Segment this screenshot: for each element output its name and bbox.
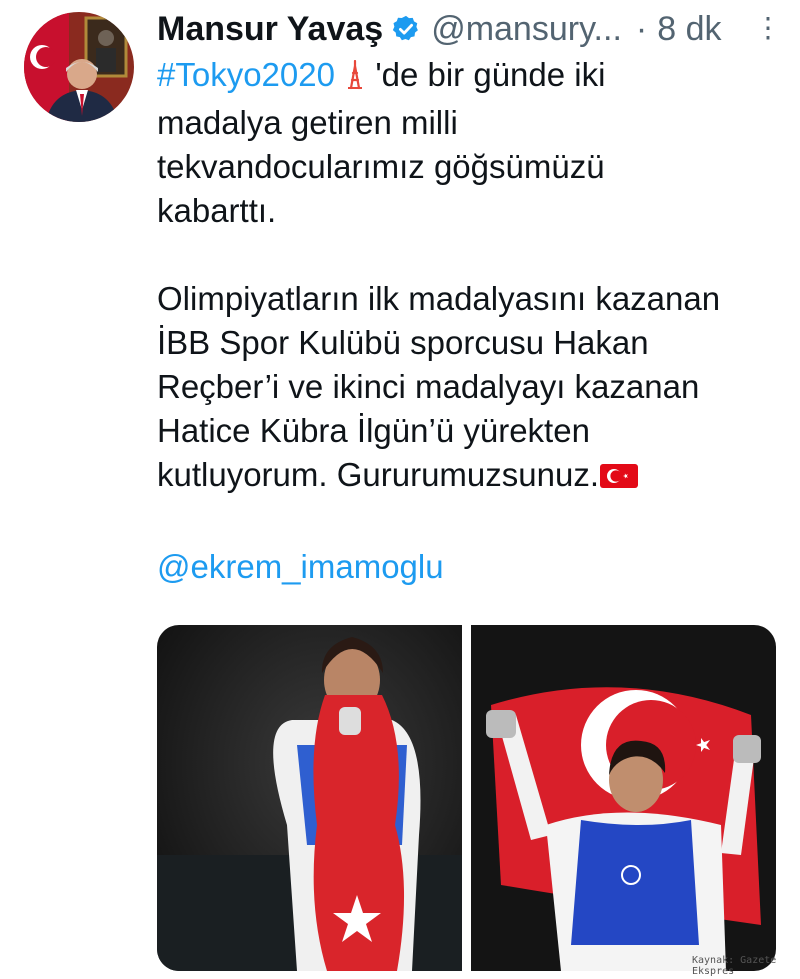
tweet-line-3: tekvandocularımız göğsümüzü — [157, 148, 605, 185]
profile-photo-icon — [24, 12, 134, 122]
tweet-line-9-text: kutluyorum. Gururumuzsunuz. — [157, 456, 600, 493]
turkey-flag-emoji-icon — [599, 457, 639, 501]
tweet-header: Mansur Yavaş @mansury... · 8 dk — [157, 8, 721, 50]
mention-link[interactable]: @ekrem_imamoglu — [157, 548, 444, 585]
author-name[interactable]: Mansur Yavaş — [157, 10, 383, 49]
tweet-line-5: Olimpiyatların ilk madalyasını kazanan — [157, 280, 721, 317]
tweet-line-mention: @ekrem_imamoglu — [157, 545, 782, 589]
athlete-photo-right[interactable] — [471, 625, 776, 971]
athlete-with-flag-photo-icon — [471, 625, 776, 971]
more-options-icon[interactable]: ⋮ — [748, 8, 788, 48]
source-watermark: Kaynak: Gazete Ekspres — [692, 955, 777, 977]
avatar[interactable] — [24, 12, 134, 122]
author-handle[interactable]: @mansury... — [431, 10, 622, 49]
tweet-line-1: #Tokyo2020 'de bir günde iki — [157, 53, 782, 101]
separator-dot: · — [635, 9, 648, 48]
tokyo-tower-emoji-icon — [344, 57, 366, 101]
athlete-photo-left[interactable] — [157, 625, 462, 971]
verified-badge-icon — [391, 14, 421, 44]
athlete-with-flag-photo-icon — [157, 625, 462, 971]
tweet-line-8: Hatice Kübra İlgün’ü yürekten — [157, 412, 590, 449]
tweet-line-6: İBB Spor Kulübü sporcusu Hakan — [157, 324, 649, 361]
tweet-line-9: kutluyorum. Gururumuzsunuz. — [157, 453, 782, 501]
tweet-text: #Tokyo2020 'de bir günde iki madalya get… — [157, 53, 782, 589]
tweet-line-7: Reçber’i ve ikinci madalyayı kazanan — [157, 368, 700, 405]
tweet-media[interactable] — [157, 625, 776, 971]
tweet-line-4: kabarttı. — [157, 192, 277, 229]
hashtag-link[interactable]: #Tokyo2020 — [157, 56, 335, 93]
tweet-time[interactable]: 8 dk — [657, 10, 721, 49]
tweet-line-2: madalya getiren milli — [157, 104, 458, 141]
tweet-line-1-rest: 'de bir günde iki — [366, 56, 606, 93]
